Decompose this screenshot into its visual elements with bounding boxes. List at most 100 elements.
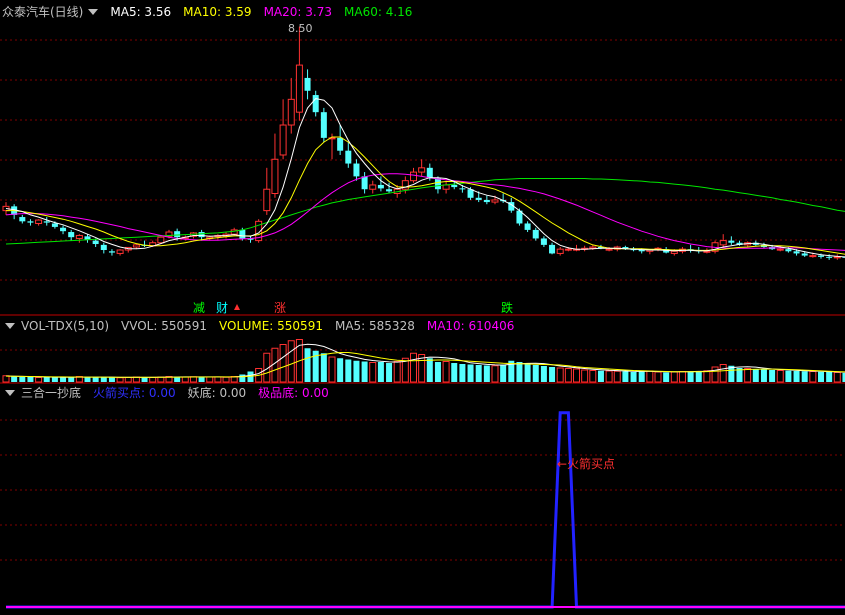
candle-body [377, 184, 384, 189]
main-panel-header: 众泰汽车(日线) MA5: 3.56 MA10: 3.59 MA20: 3.73 MA6… [2, 4, 424, 20]
candle-body [320, 112, 327, 138]
indicator-value-label: MA20: 3.73 [263, 5, 332, 19]
volume-bar [43, 377, 50, 382]
candle-body [287, 98, 295, 126]
candle-body [353, 163, 360, 177]
volume-bar [320, 353, 327, 382]
volume-bar [500, 364, 507, 382]
volume-bar [776, 370, 784, 383]
volume-bar [483, 365, 490, 382]
candle-body [459, 188, 466, 190]
volume-bar [239, 374, 246, 382]
volume-bar [540, 366, 547, 382]
volume-bar [467, 364, 474, 382]
volume-bar [793, 371, 800, 382]
volume-bar [785, 370, 792, 382]
volume-bar [564, 368, 572, 383]
candle-body [271, 158, 279, 195]
volume-bar [19, 377, 26, 382]
volume-bar [393, 361, 401, 383]
candle-body [785, 249, 792, 252]
candle-body [418, 167, 426, 173]
candle-body [564, 248, 572, 251]
volume-bar [744, 368, 752, 383]
candle-body [51, 223, 58, 227]
candle-body [132, 244, 140, 248]
ma60-line [5, 178, 845, 245]
candle-body [776, 248, 784, 251]
volume-bar [549, 367, 556, 382]
indicator-value-label: MA5: 3.56 [110, 5, 172, 19]
vol-labels: VVOL: 550591 VOLUME: 550591 MA5: 585328 MA1… [115, 319, 520, 333]
volume-bar [84, 377, 91, 382]
candle-body [451, 184, 458, 188]
candle-body [19, 217, 26, 222]
volume-bar [328, 356, 336, 383]
volume-bar [663, 372, 670, 382]
candle-body [369, 184, 377, 190]
volume-bar [35, 377, 43, 383]
volume-bar [532, 365, 539, 382]
volume-bar [353, 360, 360, 382]
candle-body [434, 178, 441, 190]
volume-bar [369, 362, 377, 383]
volume-bar [337, 358, 344, 382]
volume-bar [426, 358, 433, 382]
indicator-value-label: MA10: 610406 [426, 319, 515, 333]
volume-bar [386, 363, 393, 382]
candle-body [719, 240, 727, 246]
chevron-down-icon[interactable] [5, 390, 15, 396]
volume-bar [826, 372, 833, 382]
arrow-up-icon [234, 304, 240, 310]
volume-bar [51, 377, 58, 382]
stock-name: 众泰汽车(日线) [2, 5, 84, 19]
indicator-value-label: MA5: 585328 [334, 319, 415, 333]
volume-bar [524, 364, 531, 382]
candle-body [345, 150, 352, 164]
volume-bar [345, 359, 352, 382]
candle-body [826, 256, 833, 258]
chevron-down-icon[interactable] [88, 9, 99, 15]
rocket-buy-annotation: ←火箭买点 [557, 457, 616, 471]
candle-body [35, 219, 43, 224]
volume-bar [377, 362, 384, 382]
indicator-value-label: 极品底: 0.00 [258, 386, 329, 400]
indicator-value-label: MA60: 4.16 [344, 5, 413, 19]
volume-bar [646, 370, 654, 383]
indicator-value-label: 火箭买点: 0.00 [93, 386, 176, 400]
candle-body [43, 221, 50, 223]
candle-body [75, 234, 83, 239]
candle-body [818, 255, 824, 257]
candle-body [279, 124, 287, 156]
volume-bar [605, 370, 613, 383]
candle-body [263, 188, 271, 212]
candle-body [27, 221, 34, 223]
vol-panel-header: VOL-TDX(5,10) VVOL: 550591 VOLUME: 550591 M… [2, 318, 526, 334]
signal-label: 涨 [274, 301, 287, 315]
ind-panel-header: 三合一抄底 火箭买点: 0.00 妖底: 0.00 极品底: 0.00 [2, 385, 341, 401]
candle-body [295, 64, 303, 113]
volume-bar [116, 377, 124, 383]
volume-bar [573, 368, 580, 383]
volume-bar [719, 364, 727, 383]
candle-body [638, 250, 645, 252]
ind-panel-name: 三合一抄底 [21, 386, 82, 400]
volume-bar [60, 377, 67, 382]
volume-bar [556, 367, 564, 383]
chevron-down-icon[interactable] [5, 323, 15, 329]
chart-window: 众泰汽车(日线) MA5: 3.56 MA10: 3.59 MA20: 3.73 MA6… [0, 0, 845, 615]
candle-body [703, 250, 711, 253]
indicator-line-rocket [6, 411, 845, 609]
volume-bar [670, 371, 678, 383]
volume-bar [198, 377, 205, 382]
candle-body [540, 238, 547, 245]
volume-bar [442, 361, 450, 383]
vol-panel-name: VOL-TDX(5,10) [21, 319, 110, 333]
volume-bar [141, 377, 148, 382]
volume-bar [678, 371, 686, 383]
volume-bar [638, 371, 645, 382]
candle-body [108, 251, 115, 253]
chart-canvas [0, 26, 845, 609]
volume-bar [491, 365, 499, 383]
volume-bar [206, 376, 214, 383]
